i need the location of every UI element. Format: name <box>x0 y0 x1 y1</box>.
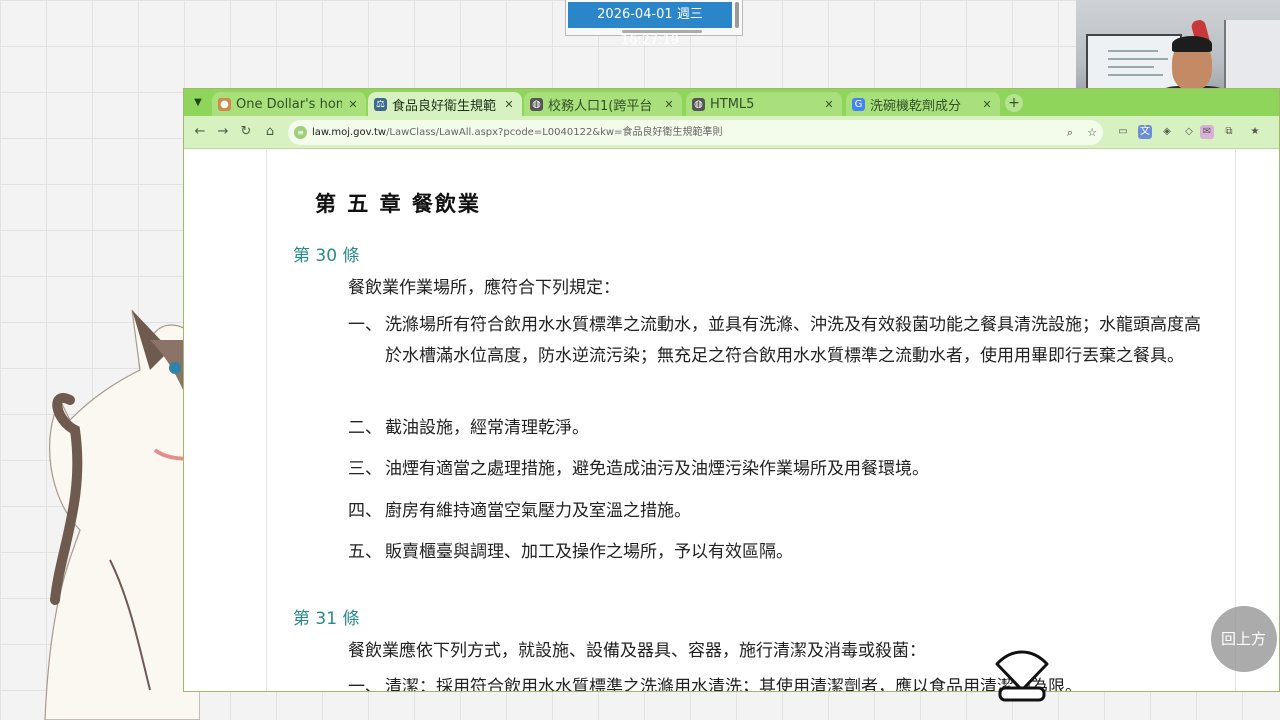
item-text: 油煙有適當之處理措施，避免造成油污及油煙污染作業場所及用餐環境。 <box>385 459 929 479</box>
clock-scrollbar[interactable] <box>735 2 739 28</box>
chapter-title: 第 五 章 餐飲業 <box>315 192 481 216</box>
zoom-icon[interactable]: ⌕ <box>1062 125 1078 141</box>
item-mark: 一、 <box>348 315 382 335</box>
tab-search-icon[interactable]: ▼ <box>188 93 208 113</box>
url-path: /LawClass/LawAll.aspx?pcode=L0040122&kw=… <box>386 127 723 138</box>
extension-mail-icon[interactable]: ✉ <box>1200 125 1214 139</box>
back-arrow-icon[interactable]: ← <box>192 124 208 140</box>
bookmark-star-icon[interactable]: ☆ <box>1084 125 1100 141</box>
item-text: 洗滌場所有符合飲用水水質標準之流動水，並具有洗滌、沖洗及有效殺菌功能之餐具清洗設… <box>385 315 1201 366</box>
extensions-puzzle-icon[interactable]: ⧉ <box>1222 125 1236 139</box>
cat-favicon-icon: ● <box>218 97 231 111</box>
tab-html5[interactable]: ◍ HTML5 ✕ <box>686 92 842 116</box>
extension-translate-icon[interactable]: 文 <box>1138 125 1152 139</box>
close-icon[interactable]: ✕ <box>662 98 676 111</box>
tab-label: 洗碗機乾劑成分 <box>870 98 962 114</box>
tab-one-dollar[interactable]: ● One Dollar's hom ✕ <box>212 92 366 116</box>
tab-strip: ▼ ● One Dollar's hom ✕ ⚖ 食品良好衛生規範 ✕ ◍ 校務… <box>184 89 1279 116</box>
webcam-person-hair <box>1172 36 1212 52</box>
close-icon[interactable]: ✕ <box>980 98 994 111</box>
clock-datetime: 2026-04-01 週三 16:27:19 <box>568 2 732 48</box>
tab-label: HTML5 <box>710 96 755 112</box>
extension-shield-icon[interactable]: ◈ <box>1160 125 1174 139</box>
home-icon[interactable]: ⌂ <box>262 124 278 140</box>
clock-widget: 2026-04-01 週三 16:27:19 <box>565 0 743 48</box>
close-icon[interactable]: ✕ <box>346 98 360 111</box>
article-intro: 餐飲業作業場所，應符合下列規定： <box>348 278 620 298</box>
clock-progress-bar <box>622 30 702 33</box>
tab-label: 校務人口1(跨平台 <box>548 98 653 114</box>
article-intro: 餐飲業應依下列方式，就設施、設備及器具、容器，施行清潔及消毒或殺菌： <box>348 641 926 661</box>
article-item: 三、 油煙有適當之處理措施，避免造成油污及油煙污染作業場所及用餐環境。 <box>348 454 1208 485</box>
bookmarks-star-icon[interactable]: ★ <box>1248 125 1262 139</box>
tab-school-affairs[interactable]: ◍ 校務人口1(跨平台 ✕ <box>524 92 682 116</box>
article-number[interactable]: 第 30 條 <box>293 241 359 266</box>
cat-illustration <box>44 309 200 720</box>
article-item: 四、 廚房有維持適當空氣壓力及室溫之措施。 <box>348 496 1208 527</box>
item-text: 販賣櫃臺與調理、加工及操作之場所，予以有效區隔。 <box>385 542 793 562</box>
item-text: 截油設施，經常清理乾淨。 <box>385 418 589 438</box>
law-favicon-icon: ⚖ <box>374 97 387 111</box>
new-tab-button[interactable]: + <box>1005 94 1023 112</box>
item-text: 廚房有維持適當空氣壓力及室溫之措施。 <box>385 501 691 521</box>
tab-food-hygiene[interactable]: ⚖ 食品良好衛生規範 ✕ <box>368 92 522 116</box>
tab-label: One Dollar's hom <box>236 96 342 112</box>
item-mark: 一、 <box>348 677 382 692</box>
globe-favicon-icon: ◍ <box>530 97 543 111</box>
google-favicon-icon: G <box>852 97 865 111</box>
reload-icon[interactable]: ↻ <box>238 124 254 140</box>
site-info-icon[interactable]: ≡ <box>294 126 307 139</box>
item-mark: 二、 <box>348 418 382 438</box>
globe-favicon-icon: ◍ <box>692 97 705 111</box>
tab-dishwasher[interactable]: G 洗碗機乾劑成分 ✕ <box>846 92 1000 116</box>
extension-chat-icon[interactable]: ▭ <box>1116 125 1130 139</box>
item-text: 清潔：採用符合飲用水水質標準之洗滌用水清洗；其使用清潔劑者，應以食品用清潔劑為限… <box>385 677 1082 692</box>
item-mark: 三、 <box>348 459 382 479</box>
back-to-top-button[interactable]: 回上方 <box>1211 606 1277 672</box>
pointer-overlay-icon <box>995 650 1049 702</box>
url-domain: law.moj.gov.tw <box>312 127 387 138</box>
item-mark: 四、 <box>348 501 382 521</box>
browser-window: ▼ ● One Dollar's hom ✕ ⚖ 食品良好衛生規範 ✕ ◍ 校務… <box>183 88 1280 692</box>
content-left-border <box>266 150 267 691</box>
address-bar[interactable]: ≡ law.moj.gov.tw/LawClass/LawAll.aspx?pc… <box>288 120 1103 145</box>
close-icon[interactable]: ✕ <box>502 98 516 111</box>
article-item: 一、 清潔：採用符合飲用水水質標準之洗滌用水清洗；其使用清潔劑者，應以食品用清潔… <box>348 672 1208 692</box>
close-icon[interactable]: ✕ <box>822 98 836 111</box>
item-mark: 五、 <box>348 542 382 562</box>
article-item: 二、 截油設施，經常清理乾淨。 <box>348 413 1208 444</box>
article-item: 五、 販賣櫃臺與調理、加工及操作之場所，予以有效區隔。 <box>348 537 1208 568</box>
article-item: 一、 洗滌場所有符合飲用水水質標準之流動水，並具有洗滌、沖洗及有效殺菌功能之餐具… <box>348 310 1208 372</box>
tab-label: 食品良好衛生規範 <box>392 98 497 114</box>
extension-tag-icon[interactable]: ◇ <box>1182 125 1196 139</box>
page-content: 第 五 章 餐飲業 第 30 條 餐飲業作業場所，應符合下列規定： 一、 洗滌場… <box>184 150 1279 692</box>
forward-arrow-icon[interactable]: → <box>215 124 231 140</box>
article-number[interactable]: 第 31 條 <box>293 604 359 629</box>
browser-toolbar: ← → ↻ ⌂ ≡ law.moj.gov.tw/LawClass/LawAll… <box>184 116 1279 149</box>
